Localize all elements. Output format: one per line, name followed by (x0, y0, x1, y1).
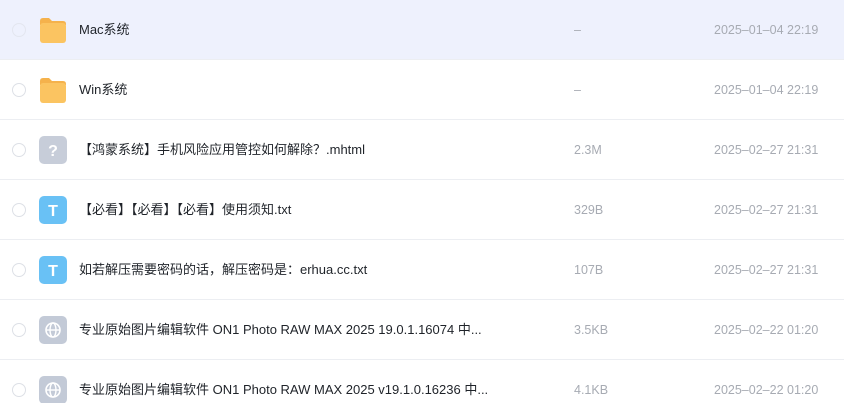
file-row[interactable]: ? 【鸿蒙系统】手机风险应用管控如何解除？.mhtml 2.3M 2025–02–27… (0, 120, 844, 180)
file-size: – (574, 83, 581, 97)
file-date: 2025–02–22 01:20 (714, 383, 819, 397)
file-size: 2.3M (574, 143, 602, 157)
file-row[interactable]: T 【必看】【必看】【必看】使用须知.txt 329B 2025–02–27 21:3… (0, 180, 844, 240)
file-size: 3.5KB (574, 323, 609, 337)
file-name[interactable]: Mac系统 (79, 0, 130, 60)
file-date: 2025–01–04 22:19 (714, 83, 819, 97)
unknown-file-icon: ? (38, 135, 68, 165)
file-name[interactable]: Win系统 (79, 60, 127, 120)
file-row[interactable]: 专业原始图片编辑软件 ON1 Photo RAW MAX 2025 v19.1.… (0, 360, 844, 403)
folder-icon (38, 15, 68, 45)
file-size: – (574, 23, 581, 37)
file-row[interactable]: T 如若解压需要密码的话，解压密码是：erhua.cc.txt 107B 2025–0… (0, 240, 844, 300)
file-size: 107B (574, 263, 604, 277)
file-name[interactable]: 如若解压需要密码的话，解压密码是：erhua.cc.txt (79, 240, 367, 300)
file-row[interactable]: 专业原始图片编辑软件 ON1 Photo RAW MAX 2025 19.0.1… (0, 300, 844, 360)
svg-text:?: ? (48, 143, 58, 160)
file-date: 2025–02–27 21:31 (714, 263, 819, 277)
file-size: 4.1KB (574, 383, 609, 397)
file-date: 2025–02–22 01:20 (714, 323, 819, 337)
file-row[interactable]: Mac系统 – 2025–01–04 22:19 (0, 0, 844, 60)
svg-text:T: T (48, 263, 58, 280)
row-checkbox[interactable] (12, 203, 26, 217)
row-checkbox[interactable] (12, 143, 26, 157)
file-date: 2025–02–27 21:31 (714, 203, 819, 217)
row-checkbox[interactable] (12, 323, 26, 337)
svg-text:T: T (48, 203, 58, 220)
web-link-icon (38, 375, 68, 403)
row-checkbox[interactable] (12, 263, 26, 277)
folder-icon (38, 75, 68, 105)
file-name[interactable]: 【鸿蒙系统】手机风险应用管控如何解除？.mhtml (79, 120, 365, 180)
text-file-icon: T (38, 195, 68, 225)
file-row[interactable]: Win系统 – 2025–01–04 22:19 (0, 60, 844, 120)
file-list: Mac系统 – 2025–01–04 22:19 Win系统 – 2025–01–04 2… (0, 0, 844, 403)
file-name[interactable]: 专业原始图片编辑软件 ON1 Photo RAW MAX 2025 19.0.1… (79, 300, 482, 360)
text-file-icon: T (38, 255, 68, 285)
file-name[interactable]: 【必看】【必看】【必看】使用须知.txt (79, 180, 291, 240)
row-checkbox[interactable] (12, 83, 26, 97)
row-checkbox[interactable] (12, 23, 26, 37)
file-date: 2025–01–04 22:19 (714, 23, 819, 37)
row-checkbox[interactable] (12, 383, 26, 397)
file-date: 2025–02–27 21:31 (714, 143, 819, 157)
file-name[interactable]: 专业原始图片编辑软件 ON1 Photo RAW MAX 2025 v19.1.… (79, 360, 488, 403)
web-link-icon (38, 315, 68, 345)
file-size: 329B (574, 203, 604, 217)
